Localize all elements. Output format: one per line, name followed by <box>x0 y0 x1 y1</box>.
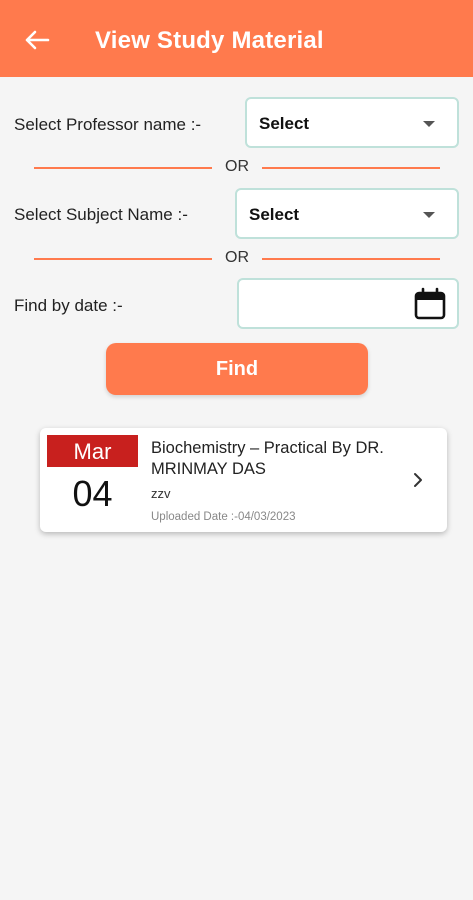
divider-line-left <box>34 258 212 260</box>
badge-month: Mar <box>47 435 138 467</box>
subject-label: Select Subject Name :- <box>14 205 188 224</box>
uploaded-date: Uploaded Date :-04/03/2023 <box>151 511 296 523</box>
or-label: OR <box>225 158 249 175</box>
subject-dropdown-value: Select <box>249 205 300 224</box>
or-divider: OR <box>34 249 440 269</box>
chevron-right-icon[interactable] <box>413 472 423 488</box>
date-label: Find by date :- <box>14 296 123 315</box>
divider-line-right <box>262 167 440 169</box>
or-divider: OR <box>34 158 440 178</box>
professor-label: Select Professor name :- <box>14 115 202 134</box>
caret-down-icon <box>423 212 435 218</box>
date-badge: Mar 04 <box>47 435 138 520</box>
professor-dropdown[interactable]: Select <box>245 97 459 148</box>
caret-down-icon <box>423 121 435 127</box>
app-bar: View Study Material <box>0 0 473 77</box>
page-title: View Study Material <box>95 27 324 54</box>
calendar-icon[interactable] <box>413 287 447 321</box>
professor-dropdown-value: Select <box>259 114 310 133</box>
subject-dropdown[interactable]: Select <box>235 188 459 239</box>
or-label: OR <box>225 249 249 266</box>
find-button[interactable]: Find <box>106 343 368 395</box>
divider-line-left <box>34 167 212 169</box>
date-input[interactable] <box>237 278 459 329</box>
material-description: zzv <box>151 486 171 501</box>
divider-line-right <box>262 258 440 260</box>
arrow-left-icon[interactable] <box>24 29 50 51</box>
material-card[interactable]: Mar 04 Biochemistry – Practical By DR. M… <box>40 428 447 532</box>
badge-day: 04 <box>72 473 113 514</box>
material-title: Biochemistry – Practical By DR. MRINMAY … <box>151 439 384 478</box>
